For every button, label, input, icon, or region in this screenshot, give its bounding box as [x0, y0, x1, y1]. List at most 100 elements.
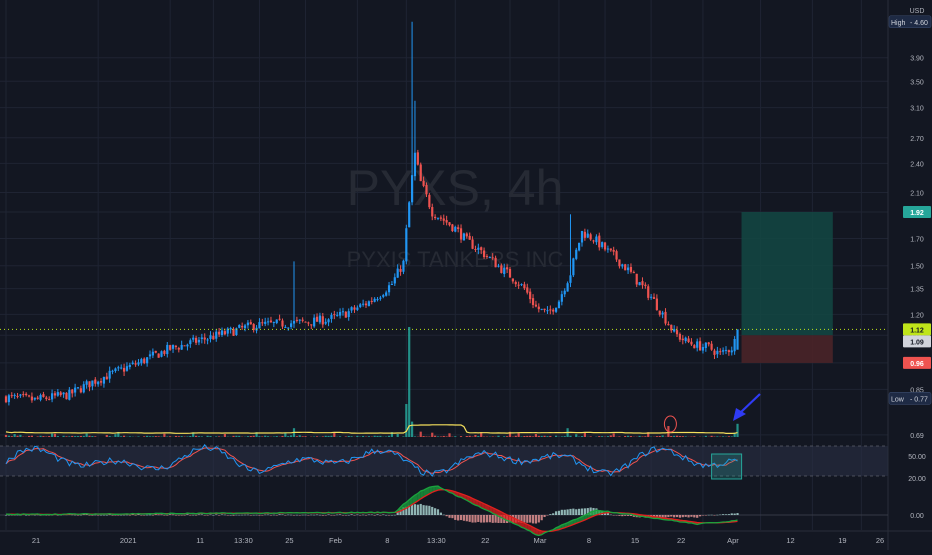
volume-bar [469, 436, 471, 437]
macd-histogram-bar [359, 515, 361, 516]
volume-bar [209, 436, 211, 437]
candle-body [333, 314, 335, 315]
candle-body [440, 218, 442, 219]
candle-body [394, 277, 396, 283]
macd-histogram-bar [613, 515, 615, 516]
volume-bar [656, 436, 658, 437]
candle-body [693, 345, 695, 348]
candle-body [250, 322, 252, 324]
candle-body [313, 318, 315, 327]
candle-body [526, 287, 528, 292]
candle-body [175, 346, 177, 347]
candle-body [673, 329, 675, 331]
macd-tick-label: 0.00 [910, 513, 924, 520]
volume-bar [368, 436, 370, 437]
macd-histogram-bar [673, 515, 675, 517]
volume-bar [454, 436, 456, 437]
macd-histogram-bar [463, 515, 465, 521]
time-tick-label: 12 [786, 536, 794, 545]
volume-bar [682, 436, 684, 437]
volume-bar [584, 432, 586, 437]
candle-body [307, 322, 309, 323]
arrow-shaft [740, 394, 760, 413]
chart-window[interactable]: PYXS, 4h PYXIS TANKERS INC USD 0.690.850… [0, 0, 932, 550]
volume-bar [644, 436, 646, 437]
candle-body [587, 234, 589, 238]
macd-histogram-bar [238, 515, 240, 516]
macd-histogram-bar [541, 515, 543, 520]
macd-histogram-bar [423, 505, 425, 515]
candle-body [405, 228, 407, 261]
candle-body [451, 224, 453, 231]
candle-body [423, 181, 425, 186]
stoch-highlight-box [712, 454, 742, 479]
candle-body [140, 359, 142, 363]
macd-histogram-bar [708, 515, 710, 516]
long-position-tool[interactable] [742, 212, 833, 363]
candle-body [74, 388, 76, 393]
macd-histogram-bar [532, 515, 534, 523]
candle-body [543, 309, 545, 310]
macd-histogram-bar [420, 504, 422, 515]
annotations [664, 394, 760, 432]
volume-bar [705, 436, 707, 437]
price-axis[interactable]: USD 0.690.850.961.091.201.351.501.701.92… [889, 8, 931, 520]
macd-histogram-bar [77, 515, 79, 516]
candle-body [725, 350, 727, 351]
price-tick-label: 1.50 [910, 264, 924, 271]
candle-body [232, 329, 234, 336]
volume-bar [549, 436, 551, 437]
volume-bar [5, 435, 7, 437]
candle-body [471, 240, 473, 249]
volume-bar [186, 436, 188, 437]
volume-bar [146, 436, 148, 437]
candle-body [189, 340, 191, 344]
volume-bar [624, 436, 626, 437]
candle-body [379, 298, 381, 299]
volume-bar [679, 436, 681, 437]
macd-histogram-bar [325, 515, 327, 516]
candle-body [443, 218, 445, 220]
macd-histogram-bar [221, 515, 223, 516]
macd-histogram-bar [483, 515, 485, 523]
macd-histogram-bar [149, 515, 151, 516]
macd-histogram-bar [189, 515, 191, 516]
candle-body [351, 307, 353, 310]
macd-histogram-bar [5, 515, 7, 516]
macd-histogram-bar [109, 515, 111, 516]
macd-histogram-bar [126, 515, 128, 516]
volume-bar [16, 436, 18, 437]
time-axis[interactable]: 2120211113:3025Feb813:3022Mar81522Apr121… [32, 536, 884, 545]
candle-body [633, 272, 635, 273]
chart-canvas[interactable]: PYXS, 4h PYXIS TANKERS INC USD 0.690.850… [0, 0, 932, 550]
price-tick-label: 2.40 [910, 161, 924, 168]
macd-histogram-bar [535, 515, 537, 524]
stoch-tick-label: 50.00 [908, 454, 926, 461]
macd-histogram-bar [129, 515, 131, 516]
volume-bar [532, 436, 534, 437]
candle-body [385, 292, 387, 295]
candle-body [169, 345, 171, 350]
candle-body [218, 332, 220, 335]
volume-bar [258, 436, 260, 437]
volume-bar [641, 436, 643, 437]
macd-histogram-bar [702, 515, 704, 516]
macd-histogram-bar [471, 515, 473, 523]
macd-histogram-bar [685, 515, 687, 517]
volume-bar [80, 436, 82, 437]
candle-body [155, 351, 157, 353]
volume-bar [397, 434, 399, 437]
candle-body [532, 298, 534, 305]
candle-body [382, 295, 384, 297]
volume-bar [345, 436, 347, 437]
volume-bar [402, 436, 404, 437]
candle-body [247, 323, 249, 326]
candle-body [552, 310, 554, 312]
macd-histogram-bar [474, 515, 476, 522]
volume-bar [379, 436, 381, 437]
macd-histogram-bar [304, 515, 306, 516]
macd-histogram-bar [273, 515, 275, 516]
candle-body [71, 390, 73, 394]
candle-body [359, 304, 361, 307]
candle-body [31, 397, 33, 401]
